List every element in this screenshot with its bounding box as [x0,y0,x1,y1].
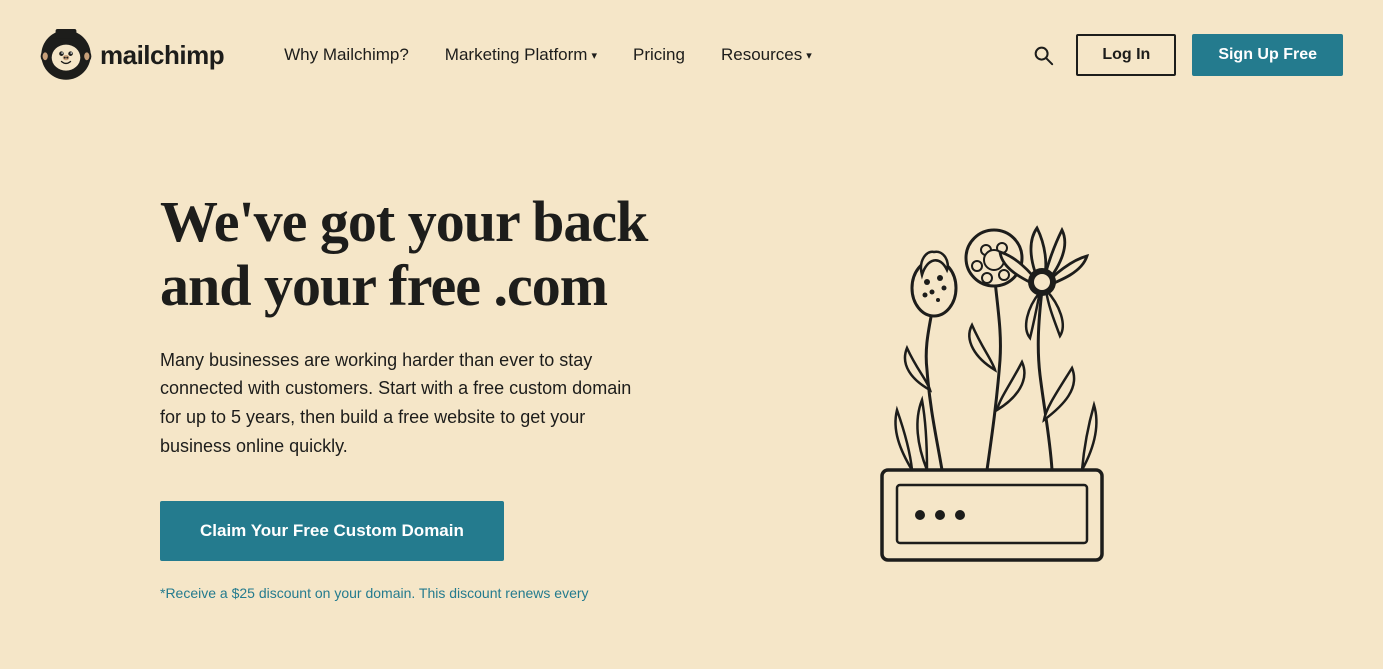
disclaimer-text: *Receive a $25 discount on your domain. … [160,585,720,601]
nav-item-pricing[interactable]: Pricing [633,45,685,65]
hero-headline: We've got your back and your free .com [160,190,720,318]
chevron-down-icon: ▾ [591,49,597,62]
hero-illustration-svg [782,170,1202,590]
header: mailchimp Why Mailchimp? Marketing Platf… [0,0,1383,110]
header-actions: Log In Sign Up Free [1026,34,1343,76]
logo-text: mailchimp [100,40,224,71]
nav-item-why-mailchimp[interactable]: Why Mailchimp? [284,45,409,65]
hero-content: We've got your back and your free .com M… [160,170,720,601]
hero-illustration [720,170,1223,590]
hero-section: We've got your back and your free .com M… [0,110,1383,669]
login-button[interactable]: Log In [1076,34,1176,76]
nav-item-resources[interactable]: Resources ▾ [721,45,812,65]
search-button[interactable] [1026,38,1060,72]
search-icon [1032,44,1054,66]
logo-monkey-icon [40,29,92,81]
main-nav: Why Mailchimp? Marketing Platform ▾ Pric… [224,45,1026,65]
logo-link[interactable]: mailchimp [40,29,224,81]
hero-subtext: Many businesses are working harder than … [160,346,640,461]
signup-button[interactable]: Sign Up Free [1192,34,1343,76]
nav-item-marketing-platform[interactable]: Marketing Platform ▾ [445,45,597,65]
cta-button[interactable]: Claim Your Free Custom Domain [160,501,504,561]
chevron-down-icon: ▾ [806,49,812,62]
